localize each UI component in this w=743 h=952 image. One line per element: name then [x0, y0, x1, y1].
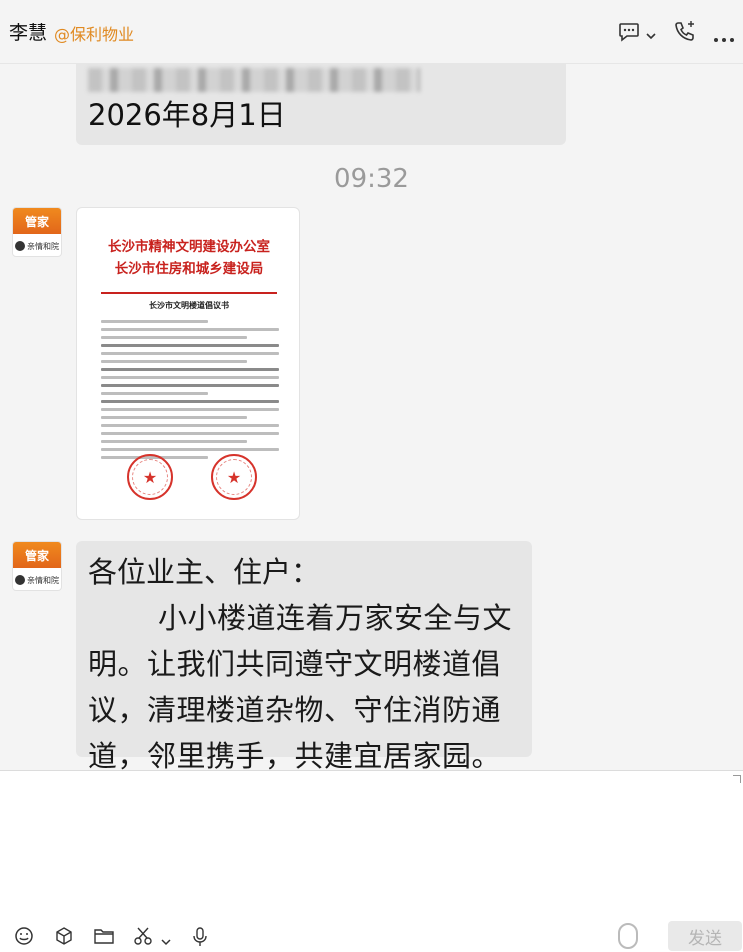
message-bubble[interactable]: 各位业主、住户： 小小楼道连着万家安全与文明。让我们共同遵守文明楼道倡议，清理楼…	[76, 541, 532, 770]
brand-logo-icon	[15, 241, 25, 251]
chevron-down-icon[interactable]	[645, 26, 657, 45]
brand-logo-icon	[15, 575, 25, 585]
redacted-text	[88, 68, 420, 92]
contact-name: 李慧	[9, 22, 48, 44]
sender-avatar[interactable]: 管家 亲情和院	[12, 207, 62, 257]
send-button[interactable]: 发送	[668, 921, 742, 951]
contact-organization: @保利物业	[54, 25, 135, 44]
chat-history[interactable]: 2026年8月1日 09:32 管家 亲情和院 长沙市精神文明建设办公室 长沙市…	[0, 64, 743, 770]
message-body: 小小楼道连着万家安全与文明。让我们共同遵守文明楼道倡议，清理楼道杂物、守住消防通…	[88, 601, 513, 770]
official-seal-icon: ★	[127, 454, 173, 500]
document-org-1: 长沙市精神文明建设办公室	[108, 239, 270, 255]
scroll-indicator	[618, 923, 638, 949]
document-image[interactable]: 长沙市精神文明建设办公室 长沙市住房和城乡建设局 长沙市文明楼道倡议书 ★ ★	[76, 207, 300, 520]
scissors-icon[interactable]	[133, 926, 153, 950]
message-bubble[interactable]: 2026年8月1日	[76, 64, 566, 145]
box-icon[interactable]	[54, 926, 74, 950]
avatar-badge: 管家	[13, 542, 61, 568]
document-divider	[101, 292, 277, 294]
resize-handle-icon[interactable]	[733, 775, 741, 783]
chat-header: 李慧 @保利物业	[0, 0, 743, 64]
document-title: 长沙市文明楼道倡议书	[149, 300, 229, 310]
document-header: 长沙市精神文明建设办公室 长沙市住房和城乡建设局	[77, 236, 299, 280]
official-seal-icon: ★	[211, 454, 257, 500]
microphone-icon[interactable]	[190, 926, 210, 952]
message-timestamp: 09:32	[334, 164, 409, 194]
document-body	[101, 320, 279, 464]
avatar-brand: 亲情和院	[27, 575, 59, 585]
message-greeting: 各位业主、住户：	[88, 555, 321, 589]
avatar-brand: 亲情和院	[27, 241, 59, 251]
emoji-icon[interactable]	[14, 926, 34, 950]
avatar-brand-row: 亲情和院	[13, 568, 61, 590]
message-input-area[interactable]: 发送	[0, 770, 743, 952]
folder-icon[interactable]	[93, 926, 115, 950]
avatar-brand-row: 亲情和院	[13, 234, 61, 256]
avatar-badge: 管家	[13, 208, 61, 234]
document-org-2: 长沙市住房和城乡建设局	[114, 261, 264, 277]
chevron-down-icon[interactable]	[160, 932, 172, 951]
more-icon[interactable]	[713, 28, 735, 47]
phone-icon[interactable]	[673, 20, 697, 46]
sender-avatar[interactable]: 管家 亲情和院	[12, 541, 62, 591]
message-date-text: 2026年8月1日	[88, 98, 286, 132]
chat-bubble-icon[interactable]	[618, 20, 640, 46]
